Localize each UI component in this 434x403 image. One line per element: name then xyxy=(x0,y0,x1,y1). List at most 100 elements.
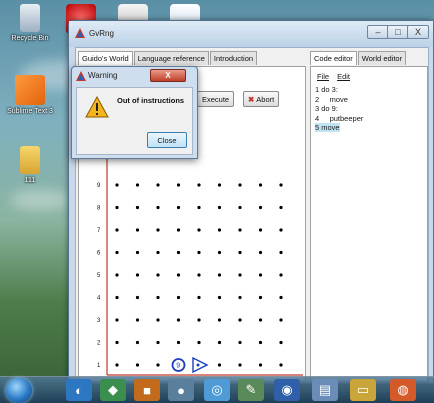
corner-dot xyxy=(156,183,160,187)
corner-dot xyxy=(135,205,140,210)
corner-dot xyxy=(217,363,222,367)
corner-dot xyxy=(176,250,181,255)
corner-dot xyxy=(115,250,119,255)
corner-dot xyxy=(176,183,181,187)
corner-dot xyxy=(238,228,242,232)
corner-dot xyxy=(115,205,119,210)
corner-dot xyxy=(156,318,160,322)
street-label: 5 xyxy=(97,273,101,279)
corner-dot xyxy=(115,340,119,345)
tab-language-reference[interactable]: Language reference xyxy=(133,51,209,65)
corner-dot xyxy=(115,273,119,277)
code-line: 2 move xyxy=(315,94,348,104)
corner-dot xyxy=(156,205,160,210)
corner-dot xyxy=(217,273,222,277)
corner-dot xyxy=(135,183,140,187)
taskbar-doc-icon[interactable]: ▤ xyxy=(312,379,338,401)
tab-guidos-world[interactable]: Guido's World xyxy=(78,51,133,65)
sublime-text-desktop-icon[interactable]: Sublime Text 3 xyxy=(2,75,58,116)
taskbar-hao-icon[interactable]: ◆ xyxy=(100,379,126,401)
corner-dot xyxy=(238,273,242,277)
code-text-area[interactable]: 1 do 3: 2 move 3 do 9: 4 putbeeper 5 move xyxy=(311,83,427,379)
street-label: 6 xyxy=(97,251,101,257)
corner-dot xyxy=(258,273,263,277)
cloud xyxy=(10,190,70,210)
desktop-icon-label: 111 xyxy=(24,177,36,184)
corner-dot xyxy=(258,205,263,210)
corner-dot xyxy=(197,250,201,255)
recycle-bin-icon xyxy=(20,4,40,32)
street-label: 4 xyxy=(97,296,101,302)
taskbar-folder-icon[interactable]: ▭ xyxy=(350,379,376,401)
taskbar: ◐ ◆ ■ ● ◎ ✎ ◉ ▤ ▭ ◍ xyxy=(0,376,434,403)
tab-introduction[interactable]: Introduction xyxy=(209,51,258,65)
corner-dot xyxy=(176,273,181,277)
robot-eye xyxy=(196,363,200,367)
corner-dot xyxy=(176,318,181,322)
corner-dot xyxy=(135,273,140,277)
title-bar[interactable]: GvRng – □ X xyxy=(69,21,433,47)
code-line: 4 putbeeper xyxy=(315,113,364,123)
desktop-icon-label: Recycle Bin xyxy=(11,35,49,42)
code-editor-panel: File Edit 1 do 3: 2 move 3 do 9: 4 putbeepe… xyxy=(310,66,428,382)
folder-desktop-icon[interactable]: 111 xyxy=(2,146,58,185)
dialog-close-button[interactable]: X xyxy=(150,69,186,82)
street-label: 1 xyxy=(97,363,101,369)
dialog-ok-button[interactable]: Close xyxy=(147,132,187,148)
corner-dot xyxy=(217,250,222,255)
dialog-app-icon xyxy=(76,71,86,81)
start-button[interactable] xyxy=(6,378,32,403)
maximize-button[interactable]: □ xyxy=(387,25,409,39)
menu-file[interactable]: File xyxy=(317,72,329,81)
corner-dot xyxy=(176,205,181,210)
dialog-body: Out of instructions Close xyxy=(76,87,193,155)
corner-dot xyxy=(217,205,222,210)
recycle-bin-desktop-icon[interactable]: Recycle Bin xyxy=(2,4,58,43)
taskbar-chrome-icon[interactable]: ◍ xyxy=(390,379,416,401)
corner-dot xyxy=(279,318,283,322)
corner-dot xyxy=(135,363,140,367)
app-icon xyxy=(75,28,85,38)
corner-dot xyxy=(197,318,201,322)
close-button[interactable]: X xyxy=(407,25,429,39)
corner-dot xyxy=(279,340,283,345)
corner-dot xyxy=(258,318,263,322)
tab-world-editor[interactable]: World editor xyxy=(357,51,407,65)
corner-dot xyxy=(197,205,201,210)
editor-menu: File Edit xyxy=(317,72,350,81)
corner-dot xyxy=(135,318,140,322)
taskbar-firefox-icon[interactable]: ◉ xyxy=(274,379,300,401)
dialog-title: Warning xyxy=(88,71,118,80)
corner-dot xyxy=(115,183,119,187)
code-line: 3 do 9: xyxy=(315,104,338,113)
corner-dot xyxy=(156,340,160,345)
corner-dot xyxy=(238,183,242,187)
menu-edit[interactable]: Edit xyxy=(337,72,350,81)
minimize-button[interactable]: – xyxy=(367,25,389,39)
execute-button[interactable]: Execute xyxy=(197,91,235,107)
taskbar-browser-icon[interactable]: ◎ xyxy=(204,379,230,401)
corner-dot xyxy=(217,295,222,300)
abort-button[interactable]: ✖ Abort xyxy=(243,91,280,107)
taskbar-ie-icon[interactable]: ◐ xyxy=(66,379,92,401)
tab-code-editor[interactable]: Code editor xyxy=(310,51,357,65)
street-label: 8 xyxy=(97,206,101,212)
corner-dot xyxy=(156,250,160,255)
left-tab-strip: Guido's World Language reference Introdu… xyxy=(78,51,258,65)
corner-dot xyxy=(197,295,201,300)
corner-dot xyxy=(217,228,222,232)
taskbar-camera-icon[interactable]: ● xyxy=(168,379,194,401)
taskbar-media-icon[interactable]: ■ xyxy=(134,379,160,401)
desktop-icon-label: Sublime Text 3 xyxy=(7,108,53,115)
corner-dot xyxy=(279,228,283,232)
corner-dot xyxy=(238,250,242,255)
corner-dot xyxy=(217,183,222,187)
street-label: 7 xyxy=(97,228,101,234)
taskbar-tool-icon[interactable]: ✎ xyxy=(238,379,264,401)
corner-dot xyxy=(238,205,242,210)
corner-dot xyxy=(115,318,119,322)
corner-dot xyxy=(258,363,263,367)
corner-dot xyxy=(197,183,201,187)
execute-label: Execute xyxy=(202,94,230,104)
corner-dot xyxy=(238,340,242,345)
